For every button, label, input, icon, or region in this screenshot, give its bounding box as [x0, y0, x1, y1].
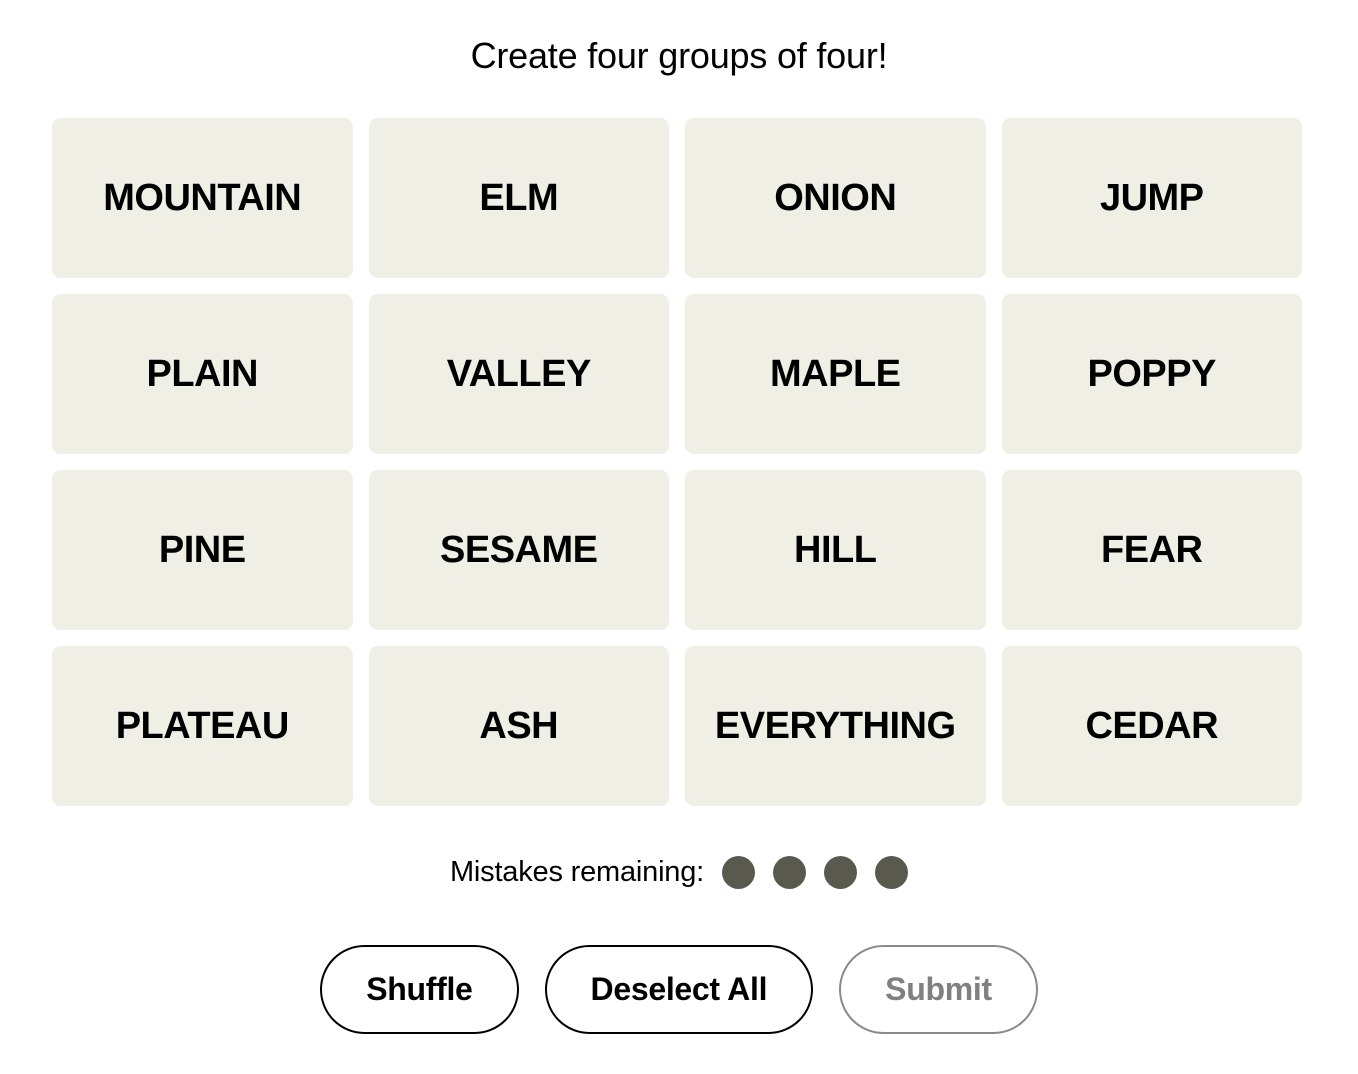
submit-button[interactable]: Submit: [839, 945, 1038, 1034]
word-tile[interactable]: HILL: [685, 470, 986, 630]
word-tile[interactable]: ONION: [685, 118, 986, 278]
word-tile[interactable]: EVERYTHING: [685, 646, 986, 806]
word-tile[interactable]: ELM: [369, 118, 670, 278]
connections-game: Create four groups of four! MOUNTAIN ELM…: [0, 0, 1358, 1074]
word-tile[interactable]: SESAME: [369, 470, 670, 630]
word-tile-label: MOUNTAIN: [103, 179, 301, 217]
word-tile[interactable]: CEDAR: [1002, 646, 1303, 806]
mistakes-remaining-label: Mistakes remaining:: [450, 858, 704, 887]
mistake-dot: [773, 856, 806, 889]
word-tile[interactable]: PINE: [52, 470, 353, 630]
word-tile-label: SESAME: [440, 531, 597, 569]
shuffle-button[interactable]: Shuffle: [320, 945, 518, 1034]
word-tile-label: ONION: [774, 179, 896, 217]
mistakes-dots: [722, 856, 908, 889]
mistakes-remaining: Mistakes remaining:: [0, 856, 1358, 889]
deselect-all-button[interactable]: Deselect All: [545, 945, 814, 1034]
word-tile-label: VALLEY: [447, 355, 591, 393]
word-tile[interactable]: FEAR: [1002, 470, 1303, 630]
word-tile[interactable]: PLATEAU: [52, 646, 353, 806]
mistake-dot: [824, 856, 857, 889]
word-tile[interactable]: VALLEY: [369, 294, 670, 454]
word-grid: MOUNTAIN ELM ONION JUMP PLAIN VALLEY MAP…: [52, 118, 1302, 806]
word-tile[interactable]: MAPLE: [685, 294, 986, 454]
mistake-dot: [722, 856, 755, 889]
word-tile-label: PLAIN: [147, 355, 259, 393]
page-title: Create four groups of four!: [0, 0, 1358, 74]
word-tile[interactable]: POPPY: [1002, 294, 1303, 454]
word-tile-label: PLATEAU: [116, 707, 289, 745]
word-tile-label: ASH: [479, 707, 558, 745]
word-tile[interactable]: JUMP: [1002, 118, 1303, 278]
word-tile-label: ELM: [479, 179, 558, 217]
word-tile-label: EVERYTHING: [715, 707, 956, 745]
word-tile-label: FEAR: [1101, 531, 1202, 569]
word-tile-label: JUMP: [1100, 179, 1204, 217]
word-tile-label: PINE: [159, 531, 246, 569]
word-tile[interactable]: MOUNTAIN: [52, 118, 353, 278]
game-controls: Shuffle Deselect All Submit: [0, 945, 1358, 1034]
word-tile-label: MAPLE: [770, 355, 901, 393]
word-tile[interactable]: ASH: [369, 646, 670, 806]
mistake-dot: [875, 856, 908, 889]
word-tile[interactable]: PLAIN: [52, 294, 353, 454]
word-tile-label: POPPY: [1088, 355, 1216, 393]
word-tile-label: HILL: [794, 531, 876, 569]
word-tile-label: CEDAR: [1085, 707, 1218, 745]
